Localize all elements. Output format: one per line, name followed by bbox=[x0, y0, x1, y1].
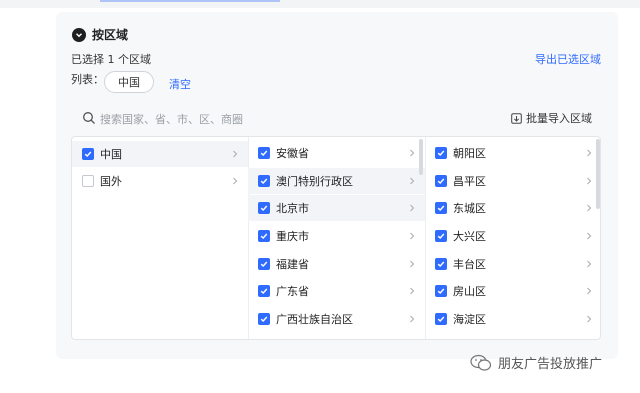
district-column: 朝阳区 昌平区 东城区 大兴区 丰台区 房山区 海淀区 bbox=[425, 137, 600, 339]
chevron-right-icon bbox=[587, 177, 592, 185]
list-item-label: 北京市 bbox=[276, 202, 309, 215]
country-column: 中国 国外 bbox=[72, 137, 249, 339]
list-item-country[interactable]: 国外 bbox=[72, 168, 248, 194]
wechat-icon bbox=[470, 354, 492, 371]
list-item-label: 澳门特别行政区 bbox=[276, 175, 353, 188]
chevron-right-icon bbox=[410, 287, 415, 295]
chevron-down-icon[interactable] bbox=[72, 27, 86, 42]
selected-region-chip[interactable]: 中国 bbox=[104, 71, 154, 93]
top-strip bbox=[0, 0, 640, 8]
checkbox-checked[interactable] bbox=[435, 285, 447, 297]
checkbox-checked[interactable] bbox=[258, 313, 270, 325]
checkbox-checked[interactable] bbox=[435, 258, 447, 270]
checkbox-checked[interactable] bbox=[435, 175, 447, 187]
list-item-province[interactable]: 广西壮族自治区 bbox=[248, 306, 425, 332]
list-item-label: 中国 bbox=[100, 148, 122, 161]
export-selected-link[interactable]: 导出已选区域 bbox=[535, 51, 601, 67]
province-column: 安徽省 澳门特别行政区 北京市 重庆市 福建省 广东省 广西壮族自治区 bbox=[248, 137, 426, 339]
section-title: 按区域 bbox=[92, 28, 129, 42]
list-item-province[interactable]: 广东省 bbox=[248, 278, 425, 304]
checkbox-checked[interactable] bbox=[435, 230, 447, 242]
watermark: 朋友广告投放推广 bbox=[470, 353, 602, 372]
top-accent bbox=[100, 0, 280, 2]
list-item-province[interactable]: 重庆市 bbox=[248, 223, 425, 249]
scrollbar[interactable] bbox=[419, 139, 423, 175]
import-icon bbox=[511, 112, 522, 124]
list-item-district[interactable]: 东城区 bbox=[425, 195, 600, 221]
checkbox-unchecked[interactable] bbox=[82, 175, 94, 187]
list-item-label: 昌平区 bbox=[453, 175, 486, 188]
search-row: 批量导入区域 bbox=[72, 106, 600, 130]
checkbox-checked[interactable] bbox=[435, 147, 447, 159]
bulk-import-label: 批量导入区域 bbox=[526, 112, 592, 125]
list-item-label: 广东省 bbox=[276, 285, 309, 298]
list-item-label: 大兴区 bbox=[453, 230, 486, 243]
chevron-right-icon bbox=[410, 177, 415, 185]
chevron-right-icon bbox=[587, 149, 592, 157]
chevron-right-icon bbox=[410, 232, 415, 240]
list-item-label: 广西壮族自治区 bbox=[276, 313, 353, 326]
checkbox-checked[interactable] bbox=[258, 202, 270, 214]
checkbox-checked[interactable] bbox=[435, 202, 447, 214]
list-item-district[interactable]: 昌平区 bbox=[425, 168, 600, 194]
list-item-district[interactable]: 海淀区 bbox=[425, 306, 600, 332]
chevron-right-icon bbox=[410, 260, 415, 268]
list-item-label: 房山区 bbox=[453, 285, 486, 298]
search-icon bbox=[83, 112, 95, 124]
chevron-right-icon bbox=[233, 177, 238, 185]
list-item-district[interactable]: 房山区 bbox=[425, 278, 600, 304]
checkbox-checked[interactable] bbox=[435, 313, 447, 325]
checkbox-checked[interactable] bbox=[258, 175, 270, 187]
list-item-country[interactable]: 中国 bbox=[72, 141, 248, 167]
chevron-right-icon bbox=[587, 232, 592, 240]
list-item-province[interactable]: 北京市 bbox=[248, 195, 425, 221]
chevron-right-icon bbox=[587, 260, 592, 268]
checkbox-checked[interactable] bbox=[258, 285, 270, 297]
scrollbar[interactable] bbox=[596, 139, 600, 209]
list-item-label: 福建省 bbox=[276, 258, 309, 271]
chevron-right-icon bbox=[587, 287, 592, 295]
list-item-label: 东城区 bbox=[453, 202, 486, 215]
chevron-right-icon bbox=[587, 315, 592, 323]
chevron-right-icon bbox=[410, 204, 415, 212]
list-item-label: 朝阳区 bbox=[453, 147, 486, 160]
list-item-label: 丰台区 bbox=[453, 258, 486, 271]
chevron-right-icon bbox=[410, 149, 415, 157]
list-item-label: 海淀区 bbox=[453, 313, 486, 326]
checkbox-checked[interactable] bbox=[258, 230, 270, 242]
checkbox-checked[interactable] bbox=[82, 148, 94, 160]
list-item-province[interactable]: 澳门特别行政区 bbox=[248, 168, 425, 194]
list-item-province[interactable]: 安徽省 bbox=[248, 140, 425, 166]
list-item-district[interactable]: 大兴区 bbox=[425, 223, 600, 249]
clear-link[interactable]: 清空 bbox=[169, 76, 191, 92]
selected-count: 已选择 1 个区域 bbox=[71, 53, 151, 66]
list-item-label: 安徽省 bbox=[276, 147, 309, 160]
list-item-label: 重庆市 bbox=[276, 230, 309, 243]
list-label: 列表： bbox=[71, 73, 104, 86]
watermark-text: 朋友广告投放推广 bbox=[498, 357, 603, 372]
list-item-district[interactable]: 朝阳区 bbox=[425, 140, 600, 166]
chevron-right-icon bbox=[233, 150, 238, 158]
checkbox-checked[interactable] bbox=[258, 147, 270, 159]
list-item-label: 国外 bbox=[100, 175, 122, 188]
region-cascader: 中国 国外 安徽省 澳门特别行政区 北京市 重庆市 福建省 广东省 广西壮族自治… bbox=[71, 136, 601, 340]
checkbox-checked[interactable] bbox=[258, 258, 270, 270]
search-input[interactable] bbox=[98, 108, 302, 130]
bulk-import-button[interactable]: 批量导入区域 bbox=[511, 110, 592, 126]
list-item-district[interactable]: 丰台区 bbox=[425, 251, 600, 277]
section-header[interactable]: 按区域 bbox=[72, 26, 128, 43]
list-item-province[interactable]: 福建省 bbox=[248, 251, 425, 277]
chevron-right-icon bbox=[587, 204, 592, 212]
chevron-right-icon bbox=[410, 315, 415, 323]
